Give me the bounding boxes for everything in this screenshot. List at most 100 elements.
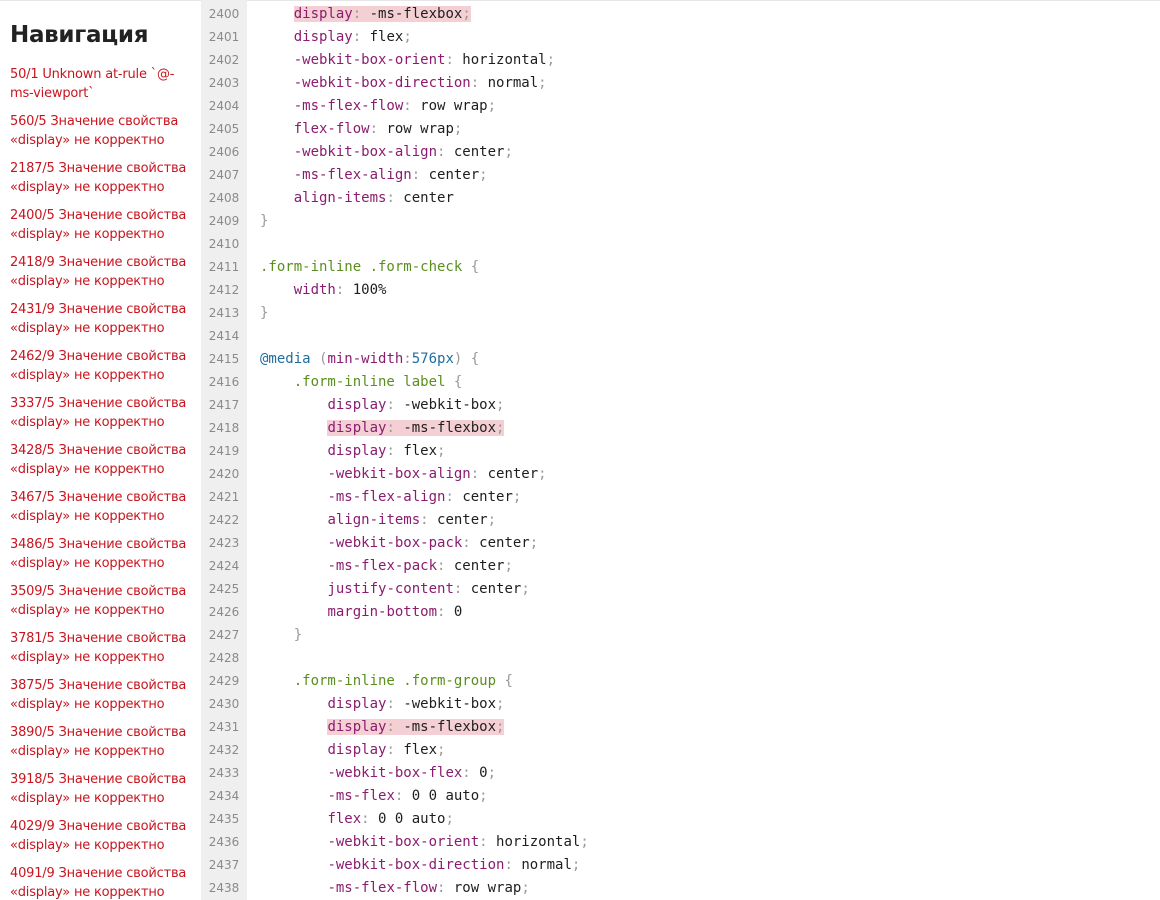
nav-issue-link[interactable]: 560/5 Значение свойства «display» не корр… <box>10 112 198 159</box>
line-number: 2431 <box>208 720 240 734</box>
declaration: -webkit-box-align: center; <box>327 466 546 482</box>
code-line: 2422 align-items: center; <box>201 509 1160 532</box>
code-line: 2420 -webkit-box-align: center; <box>201 463 1160 486</box>
code-line: 2407 -ms-flex-align: center; <box>201 164 1160 187</box>
semicolon: ; <box>512 489 522 505</box>
css-value: flex <box>403 443 438 459</box>
colon: : <box>445 52 463 68</box>
line-number: 2404 <box>208 99 240 113</box>
line-number: 2425 <box>208 582 240 596</box>
issue-location-text: 560/5 Значение свойства <box>10 114 179 129</box>
line-number: 2407 <box>208 168 240 182</box>
nav-issue-link[interactable]: 2187/5 Значение свойства «display» не кор… <box>10 159 198 206</box>
issue-location-text: 3428/5 Значение свойства <box>10 443 187 458</box>
css-value: center <box>462 489 513 505</box>
line-number: 2406 <box>208 145 240 159</box>
code-text: -webkit-box-flex: 0; <box>260 762 496 785</box>
nav-issue-link[interactable]: 2431/9 Значение свойства «display» не кор… <box>10 300 198 347</box>
colon: : <box>386 420 404 436</box>
code-text: align-items: center <box>260 187 454 210</box>
css-value: 0 <box>479 765 488 781</box>
code-text: -webkit-box-pack: center; <box>260 532 538 555</box>
navigation-panel: Навигация 50/1 Unknown at-rule `@- ms-vie… <box>0 0 201 900</box>
code-line: 2401 display: flex; <box>201 26 1160 49</box>
line-number: 2427 <box>208 628 240 642</box>
declaration: flex: 0 0 auto; <box>327 811 453 827</box>
declaration: display: flex; <box>327 742 445 758</box>
nav-issue-link[interactable]: 2418/9 Значение свойства «display» не кор… <box>10 253 198 300</box>
code-line: 2415 @media (min-width:576px) { <box>201 348 1160 371</box>
colon: : <box>437 604 454 620</box>
css-property: display <box>327 397 387 413</box>
line-number: 2426 <box>208 605 240 619</box>
issue-location-text: 3781/5 Значение свойства <box>10 631 187 646</box>
declaration: align-items: center; <box>327 512 496 528</box>
line-number: 2420 <box>208 467 240 481</box>
line-number: 2434 <box>208 789 240 803</box>
line-number: 2417 <box>208 398 240 412</box>
line-number: 2423 <box>208 536 240 550</box>
css-property: -ms-flex <box>327 788 395 804</box>
nav-issue-link[interactable]: 3781/5 Значение свойства «display» не кор… <box>10 629 198 676</box>
code-line: 2424 -ms-flex-pack: center; <box>201 555 1160 578</box>
line-number: 2419 <box>208 444 240 458</box>
css-value: center <box>470 581 522 597</box>
nav-issue-link[interactable]: 3467/5 Значение свойства «display» не кор… <box>10 488 198 535</box>
line-number: 2408 <box>208 191 240 205</box>
colon: : <box>352 6 370 22</box>
nav-issue-link[interactable]: 3428/5 Значение свойства «display» не кор… <box>10 441 198 488</box>
code-line: 2403 -webkit-box-direction: normal; <box>201 72 1160 95</box>
declaration: display: flex; <box>327 443 445 459</box>
css-value: center <box>428 167 480 183</box>
nav-issue-link[interactable]: 3918/5 Значение свойства «display» не кор… <box>10 770 198 817</box>
nav-issue-link[interactable]: 3890/5 Значение свойства «display» не кор… <box>10 723 198 770</box>
code-line: 2421 -ms-flex-align: center; <box>201 486 1160 509</box>
nav-issue-link[interactable]: 3337/5 Значение свойства «display» не кор… <box>10 394 198 441</box>
semicolon: ; <box>437 443 446 459</box>
nav-issue-link[interactable]: 4091/9 Значение свойства «display» не кор… <box>10 864 198 900</box>
nav-issue-link[interactable]: 4029/9 Значение свойства «display» не кор… <box>10 817 198 864</box>
semicolon: ; <box>479 788 488 804</box>
code-line: 2418 display: -ms-flexbox; <box>201 417 1160 440</box>
issue-message-text: «display» не корректно <box>10 462 165 477</box>
code-line: 2404 -ms-flex-flow: row wrap; <box>201 95 1160 118</box>
colon: : <box>504 857 522 873</box>
nav-issue-link[interactable]: 2400/5 Значение свойства «display» не кор… <box>10 206 198 253</box>
issue-message-text: «display» не корректно <box>10 885 165 900</box>
nav-issue-link[interactable]: 3509/5 Значение свойства «display» не кор… <box>10 582 198 629</box>
nav-issue-link[interactable]: 2462/9 Значение свойства «display» не кор… <box>10 347 198 394</box>
line-number: 2409 <box>208 214 240 228</box>
colon: : <box>386 719 404 735</box>
css-property: margin-bottom <box>327 604 438 620</box>
line-number: 2402 <box>208 53 240 67</box>
code-text: display: flex; <box>260 440 445 463</box>
css-value: horizontal <box>462 52 547 68</box>
colon: : <box>369 121 387 137</box>
colon: : <box>420 512 438 528</box>
code-text: -ms-flex-flow: row wrap; <box>260 95 496 118</box>
css-property: -ms-flex-flow <box>293 98 404 114</box>
code-text: align-items: center; <box>260 509 496 532</box>
issue-location-text: 3467/5 Значение свойства <box>10 490 187 505</box>
code-text: -ms-flex-pack: center; <box>260 555 512 578</box>
code-line: 2432 display: flex; <box>201 739 1160 762</box>
semicolon: ; <box>529 535 539 551</box>
css-property: display <box>327 696 387 712</box>
open-brace: { <box>445 374 463 390</box>
issue-location-text: 3875/5 Значение свойства <box>10 678 187 693</box>
css-value: 0 0 auto <box>378 811 446 827</box>
colon: : <box>470 466 488 482</box>
nav-issue-link[interactable]: 50/1 Unknown at-rule `@- ms-viewport` <box>10 65 198 112</box>
code-line: 2416 .form-inline label { <box>201 371 1160 394</box>
css-property: -webkit-box-align <box>293 144 438 160</box>
line-number: 2405 <box>208 122 240 136</box>
colon: : <box>394 788 412 804</box>
close-brace: } <box>260 213 269 229</box>
code-line: 2426 margin-bottom: 0 <box>201 601 1160 624</box>
line-number: 2415 <box>208 352 240 366</box>
nav-issue-link[interactable]: 3486/5 Значение свойства «display» не кор… <box>10 535 198 582</box>
code-line: 2423 -webkit-box-pack: center; <box>201 532 1160 555</box>
css-value: -ms-flexbox <box>403 719 497 735</box>
nav-issue-link[interactable]: 3875/5 Значение свойства «display» не кор… <box>10 676 198 723</box>
semicolon: ; <box>571 857 581 873</box>
